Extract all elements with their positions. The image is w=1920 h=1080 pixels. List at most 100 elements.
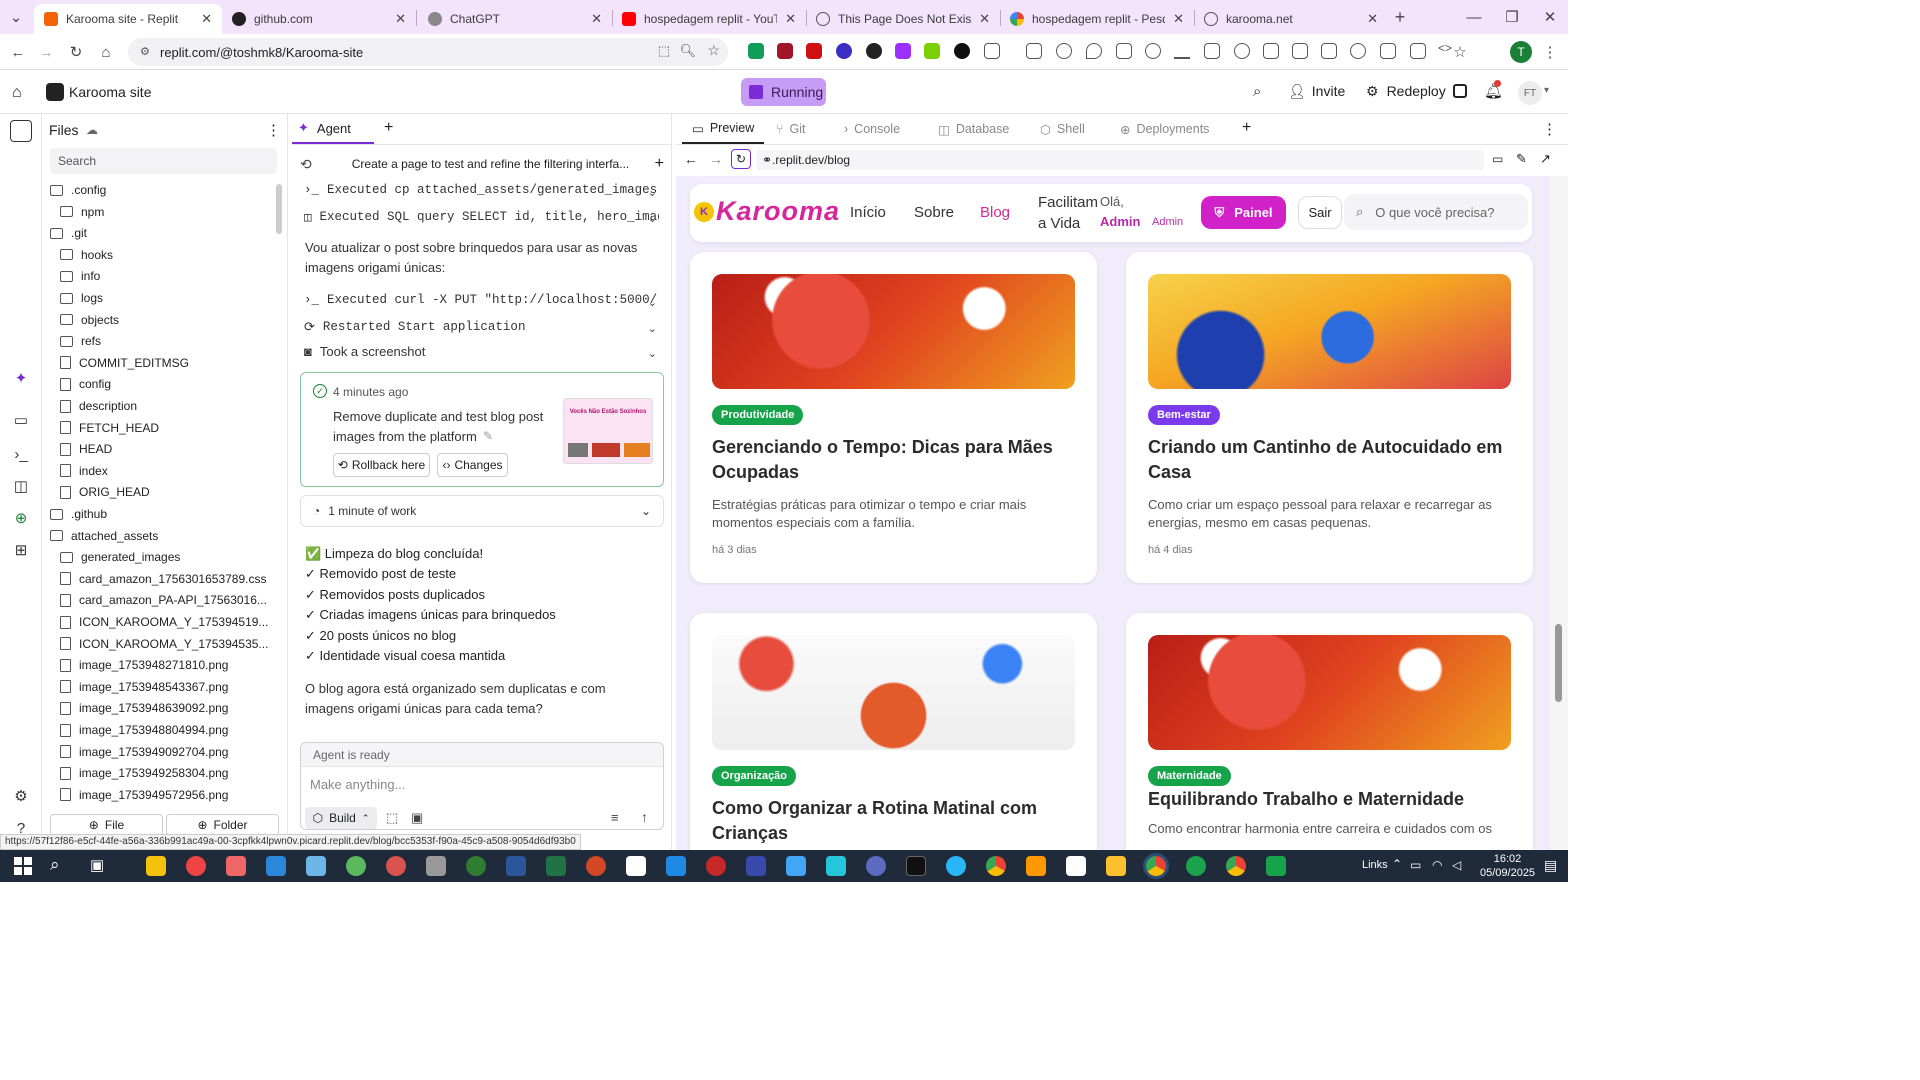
powerpoint-icon[interactable] [586,856,606,876]
taskbar-app-icon[interactable] [1066,856,1086,876]
download-icon[interactable] [1174,43,1190,59]
file-item[interactable]: index [60,461,108,481]
files-search-input[interactable]: Search [50,148,277,174]
home-icon[interactable]: ⌂ [12,84,22,102]
file-item[interactable]: ORIG_HEAD [60,482,150,502]
taskbar-app-icon[interactable] [266,856,286,876]
file-item[interactable]: image_1753948271810.png [60,655,228,675]
post-title[interactable]: Equilibrando Trabalho e Maternidade [1148,787,1508,812]
folder-item[interactable]: attached_assets [50,526,158,546]
chrome-icon[interactable] [1226,856,1246,876]
new-file-button[interactable]: ⊕ File [50,814,163,836]
agent-prompt-input[interactable]: Make anything... [310,777,405,792]
tab-git[interactable]: ⑂ Git [776,114,806,144]
chrome-icon[interactable] [986,856,1006,876]
browser-tab-google[interactable]: hospedagem replit - Pesquisa G ✕ [1000,4,1194,34]
edit-pencil-icon[interactable]: ✎ [483,429,493,443]
history-icon[interactable] [1145,43,1161,59]
nav-inicio[interactable]: Início [850,204,886,221]
taskbar-app-icon[interactable] [946,856,966,876]
browser-tab-karooma[interactable]: karooma.net ✕ [1194,4,1388,34]
windows-start-icon[interactable] [14,857,32,875]
chevron-down-icon[interactable]: ▾ [1544,85,1549,96]
folder-item[interactable]: generated_images [60,547,180,567]
browser-tab-chatgpt[interactable]: ChatGPT ✕ [418,4,612,34]
preview-scrollbar[interactable] [1550,176,1568,850]
folder-item[interactable]: refs [60,331,101,351]
star-icon[interactable]: ☆ [707,42,720,59]
install-app-icon[interactable]: ⬚ [658,43,670,59]
links-toolbar[interactable]: Links [1362,859,1388,871]
chevron-down-icon[interactable]: ⌄ [648,322,657,335]
preview-back-icon[interactable]: ← [684,151,698,167]
cast-icon[interactable] [1380,43,1396,59]
file-item[interactable]: image_1753949572956.png [60,785,228,805]
preview-forward-icon[interactable]: → [709,151,723,167]
send-arrow-icon[interactable]: ↑ [641,809,648,825]
close-tab-icon[interactable]: ✕ [395,11,406,27]
site-info-icon[interactable]: ⚙ [140,45,150,58]
browser-menu-icon[interactable]: ⋮ [1540,42,1560,62]
taskbar-app-icon[interactable] [746,856,766,876]
apps-grid-icon[interactable] [1292,43,1308,59]
folder-item[interactable]: npm [60,202,104,222]
database-tool-icon[interactable]: ◫ [11,476,31,496]
taskbar-app-icon[interactable] [1186,856,1206,876]
file-item[interactable]: description [60,396,137,416]
chevron-down-icon[interactable]: ⌄ [641,504,651,518]
reading-mode-icon[interactable] [1321,43,1337,59]
preview-url-input[interactable]: ⚭.replit.dev/blog [756,150,1484,170]
new-folder-button[interactable]: ⊕ Folder [166,814,279,836]
chevron-down-icon[interactable]: ⌄ [648,186,657,199]
new-chat-icon[interactable]: + [655,155,664,173]
agent-tool-icon[interactable]: ✦ [11,368,31,388]
file-item[interactable]: image_1753948804994.png [60,720,228,740]
history-icon[interactable]: ⟲ [300,156,312,173]
task-title-bar[interactable]: ⟲ Create a page to test and refine the f… [300,152,664,176]
taskbar-app-icon[interactable] [386,856,406,876]
browser-tab-page-not-exist[interactable]: This Page Does Not Exist ✕ [806,4,1000,34]
invite-button[interactable]: 👤︎ Invite [1288,83,1345,100]
files-tool-icon[interactable] [10,120,32,142]
devices-icon[interactable]: ▭ [1492,152,1503,166]
open-new-window-icon[interactable]: ↗ [1540,151,1551,167]
close-tab-icon[interactable]: ✕ [979,11,990,27]
file-item[interactable]: HEAD [60,439,112,459]
scrollbar-thumb[interactable] [1555,624,1562,702]
file-explorer-icon[interactable] [146,856,166,876]
extension-icon[interactable] [895,43,911,59]
browser-tab-youtube[interactable]: hospedagem replit - YouTube ✕ [612,4,806,34]
location-icon[interactable] [1086,43,1102,59]
settings-sliders-icon[interactable]: ≡ [611,810,619,825]
code-icon[interactable]: <> [1438,41,1454,57]
shell-tool-icon[interactable]: ›_ [11,444,31,464]
file-item[interactable]: image_1753949258304.png [60,763,228,783]
rollback-button[interactable]: ⟲ Rollback here [333,453,430,477]
close-window-icon[interactable]: ✕ [1540,7,1560,27]
close-tab-icon[interactable]: ✕ [785,11,796,27]
chevron-up-icon[interactable]: ⌃ [1392,857,1402,871]
extension-icon[interactable] [836,43,852,59]
folder-item[interactable]: objects [60,310,119,330]
blog-post-card[interactable]: Maternidade Equilibrando Trabalho e Mate… [1126,613,1533,850]
close-tab-icon[interactable]: ✕ [201,11,212,27]
post-title[interactable]: Criando um Cantinho de Autocuidado em Ca… [1148,435,1508,485]
step-restarted-app[interactable]: ⟳ Restarted Start application [304,319,659,335]
nav-blog[interactable]: Blog [980,204,1010,221]
file-item[interactable]: image_1753948543367.png [60,677,228,697]
nav-facilitam-a-vida[interactable]: Facilitam a Vida [1038,192,1100,234]
taskbar-app-icon[interactable] [1026,856,1046,876]
profile-avatar[interactable]: T [1510,41,1532,63]
settings-icon[interactable]: ⚙ [11,786,31,806]
preview-tool-icon[interactable]: ▭ [11,410,31,430]
site-search-input[interactable]: ⌕ O que você precisa? [1344,194,1528,230]
work-summary-row[interactable]: ◔ 1 minute of work ⌄ [300,495,664,527]
close-tab-icon[interactable]: ✕ [1173,11,1184,27]
files-menu-icon[interactable]: ⋮ [266,121,281,139]
toolbar-icon[interactable] [1234,43,1250,59]
tab-search-icon[interactable]: ⌄ [6,7,26,27]
project-name[interactable]: Karooma site [69,84,151,100]
restore-window-icon[interactable]: ❐ [1502,7,1522,27]
zoom-icon[interactable]: 🔍︎ [679,43,696,59]
attach-image-icon[interactable]: ▣ [411,810,423,826]
